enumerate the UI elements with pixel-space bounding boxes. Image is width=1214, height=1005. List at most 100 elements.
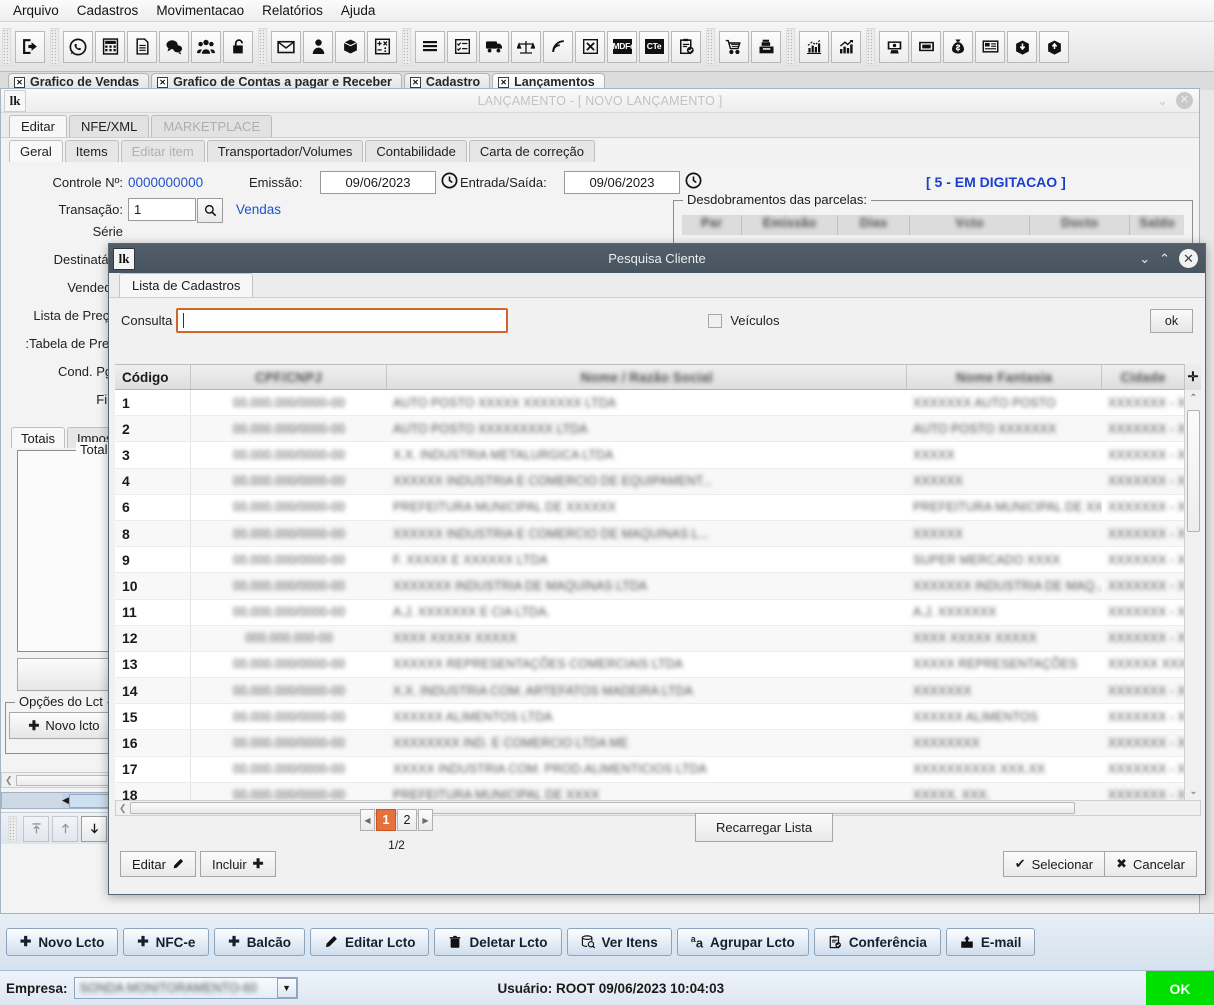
menu-item-ajuda[interactable]: Ajuda xyxy=(332,1,385,20)
table-row[interactable]: 6 00.000.000/0000-00 PREFEITURA MUNICIPAL … xyxy=(115,494,1201,521)
tab-transportador-volumes[interactable]: Transportador/Volumes xyxy=(206,140,364,162)
add-column-icon[interactable]: ✛ xyxy=(1184,364,1201,390)
scales-icon[interactable] xyxy=(511,30,541,63)
hscroll-thumb[interactable] xyxy=(129,802,1075,814)
transacao-input[interactable]: 1 xyxy=(128,198,196,221)
tab-contabilidade[interactable]: Contabilidade xyxy=(365,140,467,162)
vscroll-thumb[interactable] xyxy=(1187,410,1200,532)
novo-lcto-small-button[interactable]: ✚ Novo lcto xyxy=(9,712,119,739)
table-row[interactable]: 16 00.000.000/0000-00 XXXXXXXX IND. E COME… xyxy=(115,730,1201,757)
mdfe-icon[interactable]: MDFe xyxy=(607,30,637,63)
checklist-icon[interactable] xyxy=(447,30,477,63)
cash-register-icon[interactable] xyxy=(751,30,781,63)
document-icon[interactable] xyxy=(127,30,157,63)
table-row[interactable]: 14 00.000.000/0000-00 X.X. INDUSTRIA COM. … xyxy=(115,678,1201,705)
ok-status-badge[interactable]: OK xyxy=(1146,971,1214,1005)
users-group-icon[interactable] xyxy=(191,30,221,63)
ok-search-button[interactable]: ok xyxy=(1150,308,1193,333)
scroll-left-icon[interactable]: ❮ xyxy=(116,803,130,814)
novo-lcto-button[interactable]: ✚ Novo Lcto xyxy=(6,928,119,956)
empresa-select[interactable]: SONDA MONITORAMENTO-60 ▼ xyxy=(73,977,298,999)
table-row[interactable]: 12 000.000.000-00 XXXX XXXXX XXXXX XXXX XXX… xyxy=(115,625,1201,652)
cancel-x-icon[interactable] xyxy=(575,30,605,63)
close-icon[interactable]: ✕ xyxy=(157,76,169,88)
scroll-up-icon[interactable]: ⌃ xyxy=(1185,390,1201,407)
ver-itens-button[interactable]: Ver Itens xyxy=(566,928,672,956)
clock-icon[interactable] xyxy=(441,172,458,192)
toolbar-grip[interactable] xyxy=(2,27,11,66)
table-vscrollbar[interactable]: ⌃ ⌄ xyxy=(1184,390,1201,800)
table-row[interactable]: 3 00.000.000/0000-00 X.X. INDUSTRIA METALU… xyxy=(115,442,1201,469)
person-icon[interactable] xyxy=(303,30,333,63)
close-icon[interactable]: ✕ xyxy=(409,76,421,88)
prev-page-button[interactable]: ◀ xyxy=(360,809,375,831)
toolbar-grip[interactable] xyxy=(866,27,875,66)
table-row[interactable]: 17 00.000.000/0000-00 XXXXX INDUSTRIA COM.… xyxy=(115,756,1201,783)
editar-button[interactable]: Editar xyxy=(120,851,196,877)
money-bill-icon[interactable] xyxy=(911,30,941,63)
page-button-1[interactable]: 1 xyxy=(376,809,396,831)
table-row[interactable]: 15 00.000.000/0000-00 XXXXXX ALIMENTOS LTD… xyxy=(115,704,1201,731)
toolbar-grip[interactable] xyxy=(258,27,267,66)
scroll-down-icon[interactable]: ⌄ xyxy=(1185,783,1201,800)
toolbar-grip[interactable] xyxy=(706,27,715,66)
bar-chart-icon[interactable] xyxy=(799,30,829,63)
consulta-input[interactable] xyxy=(176,308,509,333)
balcao-button[interactable]: ✚ Balcão xyxy=(214,928,305,956)
table-row[interactable]: 10 00.000.000/0000-00 XXXXXXX INDUSTRIA DE… xyxy=(115,573,1201,600)
close-icon[interactable]: ✕ xyxy=(498,76,510,88)
email-button[interactable]: E-mail xyxy=(945,928,1036,956)
table-row[interactable]: 2 00.000.000/0000-00 AUTO POSTO XXXXXXXXX … xyxy=(115,416,1201,443)
table-row[interactable]: 1 00.000.000/0000-00 AUTO POSTO XXXXX XXXX… xyxy=(115,390,1201,417)
close-icon[interactable]: ✕ xyxy=(1179,249,1198,268)
tab-editar[interactable]: Editar xyxy=(9,115,67,137)
conferencia-button[interactable]: Conferência xyxy=(813,928,941,956)
chevron-down-icon[interactable]: ▼ xyxy=(276,978,297,998)
page-button-2[interactable]: 2 xyxy=(397,809,417,831)
tab-geral[interactable]: Geral xyxy=(9,140,63,162)
card-machine-icon[interactable] xyxy=(879,30,909,63)
menu-item-arquivo[interactable]: Arquivo xyxy=(4,1,68,20)
next-record-button[interactable] xyxy=(81,815,107,842)
clipboard-check-icon[interactable] xyxy=(671,30,701,63)
tab-totais[interactable]: Totais xyxy=(11,427,65,448)
selecionar-button[interactable]: ✔ Selecionar xyxy=(1002,851,1106,877)
next-page-button[interactable]: ▶ xyxy=(418,809,433,831)
minimize-icon[interactable]: ⌄ xyxy=(1139,251,1150,267)
exit-icon[interactable] xyxy=(15,30,45,63)
record-nav-grip[interactable] xyxy=(8,815,17,842)
tab-carta-correcao[interactable]: Carta de correção xyxy=(468,140,595,162)
money-bag-icon[interactable] xyxy=(943,30,973,63)
shopping-cart-icon[interactable] xyxy=(719,30,749,63)
clock-icon[interactable] xyxy=(685,172,702,192)
truck-icon[interactable] xyxy=(479,30,509,63)
calculator-icon[interactable] xyxy=(95,30,125,63)
table-row[interactable]: 9 00.000.000/0000-00 F. XXXXX E XXXXXX LTD… xyxy=(115,547,1201,574)
table-row[interactable]: 13 00.000.000/0000-00 XXXXXX REPRESENTAÇÕE… xyxy=(115,651,1201,679)
growth-chart-icon[interactable] xyxy=(831,30,861,63)
cancelar-button[interactable]: ✖ Cancelar xyxy=(1104,851,1197,877)
agrupar-lcto-button[interactable]: aa Agrupar Lcto xyxy=(676,928,809,956)
deletar-lcto-button[interactable]: Deletar Lcto xyxy=(434,928,562,956)
editar-lcto-button[interactable]: Editar Lcto xyxy=(309,928,430,956)
menu-item-relatorios[interactable]: Relatórios xyxy=(253,1,332,20)
chevron-left-icon[interactable]: ❮ xyxy=(2,775,16,786)
toolbar-grip[interactable] xyxy=(786,27,795,66)
close-icon[interactable]: ✕ xyxy=(14,76,25,88)
emissao-input[interactable]: 09/06/2023 xyxy=(320,171,436,194)
invoice-icon[interactable] xyxy=(975,30,1005,63)
column-header-nome-fantasia[interactable]: Nome Fantasia xyxy=(907,365,1102,389)
veiculos-checkbox[interactable] xyxy=(708,313,723,328)
column-header-codigo[interactable]: Código xyxy=(115,365,191,389)
entrada-saida-input[interactable]: 09/06/2023 xyxy=(564,171,680,194)
menu-item-cadastros[interactable]: Cadastros xyxy=(68,1,148,20)
transacao-search-button[interactable] xyxy=(197,198,223,223)
nfce-button[interactable]: ✚ NFC-e xyxy=(123,928,210,956)
toolbar-grip[interactable] xyxy=(50,27,59,66)
table-row[interactable]: 8 00.000.000/0000-00 XXXXXX INDUSTRIA E CO… xyxy=(115,520,1201,548)
chat-bubble-icon[interactable] xyxy=(159,30,189,63)
rss-icon[interactable] xyxy=(543,30,573,63)
table-row[interactable]: 11 00.000.000/0000-00 A.J. XXXXXXX E CIA L… xyxy=(115,599,1201,626)
box-out-icon[interactable] xyxy=(1039,30,1069,63)
incluir-button[interactable]: Incluir ✚ xyxy=(199,851,276,877)
